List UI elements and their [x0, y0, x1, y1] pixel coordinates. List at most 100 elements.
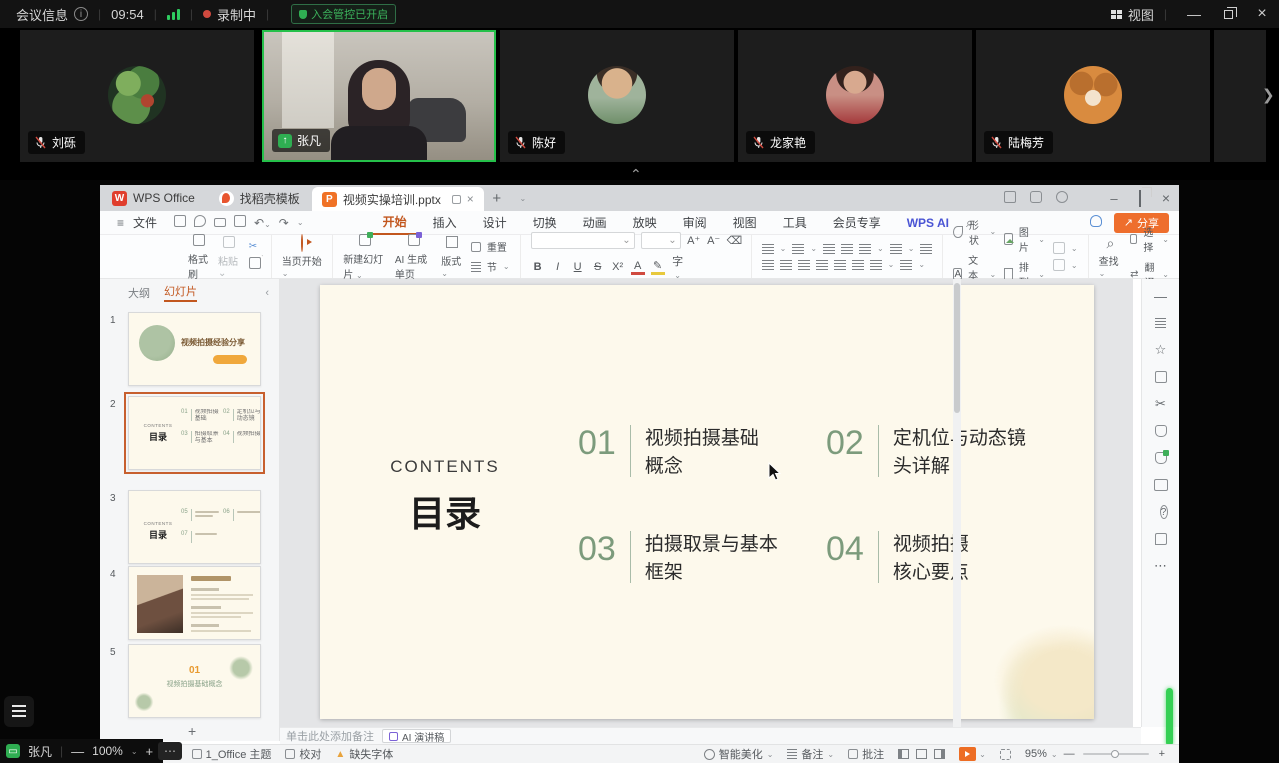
- decrease-indent-button[interactable]: [823, 244, 835, 254]
- pin-tab-icon[interactable]: [452, 195, 461, 204]
- superscript-button[interactable]: X²: [611, 261, 625, 273]
- shapes-button[interactable]: 形状⌄: [953, 217, 996, 247]
- tab-list-button[interactable]: ⌄: [510, 194, 536, 203]
- line-spacing-button[interactable]: [890, 244, 902, 254]
- normal-view-icon[interactable]: [898, 749, 909, 759]
- select-button[interactable]: 选择⌄: [1130, 224, 1169, 254]
- zoom-out-status-button[interactable]: —: [1064, 748, 1075, 760]
- next-participants-button[interactable]: ❯: [1262, 86, 1275, 104]
- tab-slides[interactable]: 幻灯片: [164, 283, 197, 302]
- view-layout-icon[interactable]: [1111, 10, 1122, 19]
- effects-star-icon[interactable]: ☆: [1154, 343, 1168, 357]
- new-slide-button[interactable]: 新建幻灯片 ⌄: [343, 233, 387, 281]
- comments-button[interactable]: 批注: [848, 746, 884, 762]
- section-button[interactable]: 节 ⌄: [471, 259, 510, 274]
- bold-button[interactable]: B: [531, 261, 545, 273]
- minimize-button[interactable]: —: [1177, 0, 1211, 28]
- slide-thumbnail-4[interactable]: [128, 566, 261, 640]
- underline-button[interactable]: U: [571, 261, 585, 273]
- menu-tab-transition[interactable]: 切换: [520, 211, 570, 235]
- comment-pane-icon[interactable]: [1154, 532, 1168, 546]
- menu-tab-design[interactable]: 设计: [470, 211, 520, 235]
- app-tab-docer[interactable]: 找稻壳模板: [207, 185, 312, 211]
- align-objects-button[interactable]: [900, 260, 912, 270]
- smart-beautify-button[interactable]: 智能美化⌄: [698, 746, 774, 762]
- new-tab-button[interactable]: +: [484, 190, 510, 207]
- close-button[interactable]: ×: [1245, 0, 1279, 28]
- bullet-list-button[interactable]: [762, 244, 774, 254]
- italic-button[interactable]: I: [551, 261, 565, 273]
- increase-font-button[interactable]: A⁺: [687, 234, 701, 247]
- ai-script-button[interactable]: AI 演讲稿: [382, 729, 451, 743]
- increase-indent-button[interactable]: [841, 244, 853, 254]
- distribute-button[interactable]: [834, 260, 846, 270]
- zoom-out-button[interactable]: —: [71, 744, 84, 759]
- format-painter-button[interactable]: 格式刷: [188, 233, 210, 281]
- export-icon[interactable]: [194, 215, 206, 230]
- tab-outline[interactable]: 大纲: [128, 285, 150, 301]
- collapse-strip-button[interactable]: ⌃: [630, 166, 642, 183]
- picture-button[interactable]: 图片⌄: [1004, 224, 1045, 254]
- font-size-select[interactable]: ⌄: [641, 232, 681, 249]
- theme-button[interactable]: 1_Office 主题: [192, 746, 272, 762]
- toolkit-icon[interactable]: ✂: [1154, 397, 1168, 411]
- numbered-list-button[interactable]: [792, 244, 804, 254]
- zoom-dropdown-icon[interactable]: ⌄: [131, 747, 138, 756]
- fit-slide-button[interactable]: [1000, 749, 1011, 760]
- zoom-in-button[interactable]: +: [146, 744, 154, 759]
- help-icon[interactable]: ?: [1154, 505, 1168, 519]
- reading-view-icon[interactable]: [934, 749, 945, 759]
- zoom-level-button[interactable]: 95%⌄: [1025, 748, 1058, 760]
- overlay-more-button[interactable]: ⋯: [158, 742, 182, 760]
- notes-placeholder[interactable]: 单击此处添加备注: [286, 728, 374, 744]
- network-signal-icon[interactable]: [167, 8, 180, 20]
- wps-minimize-button[interactable]: –: [1101, 191, 1127, 206]
- decrease-font-button[interactable]: A⁻: [707, 234, 721, 247]
- menu-tab-animation[interactable]: 动画: [570, 211, 620, 235]
- selection-pane-icon[interactable]: [1154, 370, 1168, 384]
- zoom-in-status-button[interactable]: +: [1159, 748, 1165, 760]
- play-from-current-button[interactable]: 当页开始 ⌄: [282, 235, 322, 279]
- participant-tile[interactable]: 陈好: [500, 30, 734, 162]
- info-icon[interactable]: i: [74, 7, 88, 21]
- paragraph-spacing-button[interactable]: [870, 260, 882, 270]
- menu-tab-review[interactable]: 审阅: [670, 211, 720, 235]
- theme-settings-icon[interactable]: [1154, 451, 1168, 465]
- find-button[interactable]: ⌕查找 ⌄: [1099, 235, 1123, 279]
- menu-tab-view[interactable]: 视图: [720, 211, 770, 235]
- notes-toggle-button[interactable]: 备注⌄: [787, 746, 834, 762]
- cloud-sync-icon[interactable]: [1090, 215, 1102, 230]
- align-right-button[interactable]: [798, 260, 810, 270]
- layout-button[interactable]: 版式 ⌄: [441, 235, 463, 279]
- copy-button[interactable]: [249, 257, 261, 272]
- slide-thumbnail-3[interactable]: CONTENTS 目录 05 06 07: [128, 490, 261, 564]
- meeting-notes-button[interactable]: [4, 696, 34, 727]
- canvas-scrollbar[interactable]: [953, 279, 961, 727]
- admission-control-badge[interactable]: 入会管控已开启: [291, 4, 396, 24]
- columns-button[interactable]: [852, 260, 864, 270]
- green-scroll-indicator[interactable]: [1166, 688, 1173, 746]
- slide-thumbnail-1[interactable]: 视频拍摄经验分享: [128, 312, 261, 386]
- justify-button[interactable]: [816, 260, 828, 270]
- wps-restore-button[interactable]: [1127, 191, 1153, 206]
- slideshow-options-icon[interactable]: ⌄: [979, 750, 986, 759]
- participant-tile-active[interactable]: ↑ 张凡: [262, 30, 496, 162]
- close-tab-icon[interactable]: ×: [467, 192, 474, 206]
- highlight-color-button[interactable]: ✎: [651, 259, 665, 275]
- menu-tab-slideshow[interactable]: 放映: [620, 211, 670, 235]
- missing-font-button[interactable]: ▲缺失字体: [335, 746, 393, 762]
- quickbar-more-icon[interactable]: ⌄: [297, 218, 304, 227]
- cut-button[interactable]: ✂: [249, 241, 261, 252]
- menu-tab-wps-ai[interactable]: WPS AI: [894, 211, 962, 235]
- text-effects-button[interactable]: 字⌄: [671, 253, 685, 281]
- zoom-slider-knob[interactable]: [1111, 750, 1119, 758]
- undo-icon[interactable]: ↶⌄: [254, 216, 271, 230]
- menu-tab-home[interactable]: 开始: [370, 211, 420, 235]
- more-tools-icon[interactable]: ⋯: [1154, 559, 1168, 573]
- strikethrough-button[interactable]: S: [591, 261, 605, 273]
- slide-thumbnail-2-selected[interactable]: CONTENTS 目录 01视频拍摄基础 02定机位与动态镜 03拍摄取景与基本…: [128, 396, 261, 470]
- menu-tab-insert[interactable]: 插入: [420, 211, 470, 235]
- design-skin-icon[interactable]: [1154, 424, 1168, 438]
- add-slide-button[interactable]: +: [188, 723, 196, 739]
- menu-tab-member[interactable]: 会员专享: [820, 211, 894, 235]
